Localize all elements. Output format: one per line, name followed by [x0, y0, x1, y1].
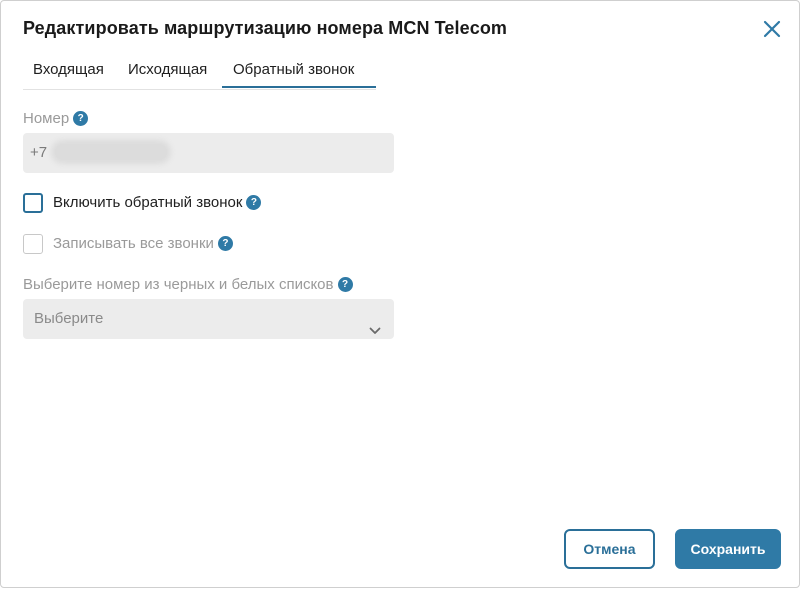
list-select[interactable]: Выберите	[23, 299, 394, 339]
callback-checkbox-row: Включить обратный звонок?	[53, 194, 262, 211]
save-button[interactable]: Сохранить	[675, 529, 781, 569]
dialog-title: Редактировать маршрутизацию номера MCN T…	[23, 18, 508, 38]
number-prefix: +7	[30, 144, 48, 161]
cancel-button[interactable]: Отмена	[564, 529, 655, 569]
tab-bar: Входящая Исходящая Обратный звонок	[23, 53, 376, 90]
list-label-row: Выберите номер из черных и белых списков…	[23, 276, 353, 293]
list-select-value: Выберите	[34, 310, 104, 327]
redacted-number	[55, 144, 168, 161]
record-calls-label: Записывать все звонки	[53, 235, 214, 252]
record-calls-checkbox	[23, 234, 43, 254]
routing-dialog: Редактировать маршрутизацию номера MCN T…	[0, 0, 800, 588]
help-icon[interactable]: ?	[246, 194, 262, 210]
number-field: +7	[23, 133, 394, 173]
callback-checkbox[interactable]	[23, 193, 43, 213]
tab-incoming[interactable]: Входящая	[33, 53, 104, 88]
callback-checkbox-label[interactable]: Включить обратный звонок	[53, 194, 242, 211]
help-icon[interactable]: ?	[337, 276, 353, 292]
list-label: Выберите номер из черных и белых списков	[23, 276, 334, 293]
chevron-down-icon	[369, 313, 381, 334]
number-label: Номер	[23, 110, 70, 127]
help-icon[interactable]: ?	[217, 235, 233, 251]
record-checkbox-row: Записывать все звонки?	[53, 235, 233, 252]
tab-callback[interactable]: Обратный звонок	[222, 53, 376, 88]
tab-outgoing[interactable]: Исходящая	[128, 53, 207, 88]
close-icon[interactable]	[761, 18, 783, 40]
help-icon[interactable]: ?	[73, 110, 89, 126]
number-label-row: Номер?	[23, 110, 89, 127]
